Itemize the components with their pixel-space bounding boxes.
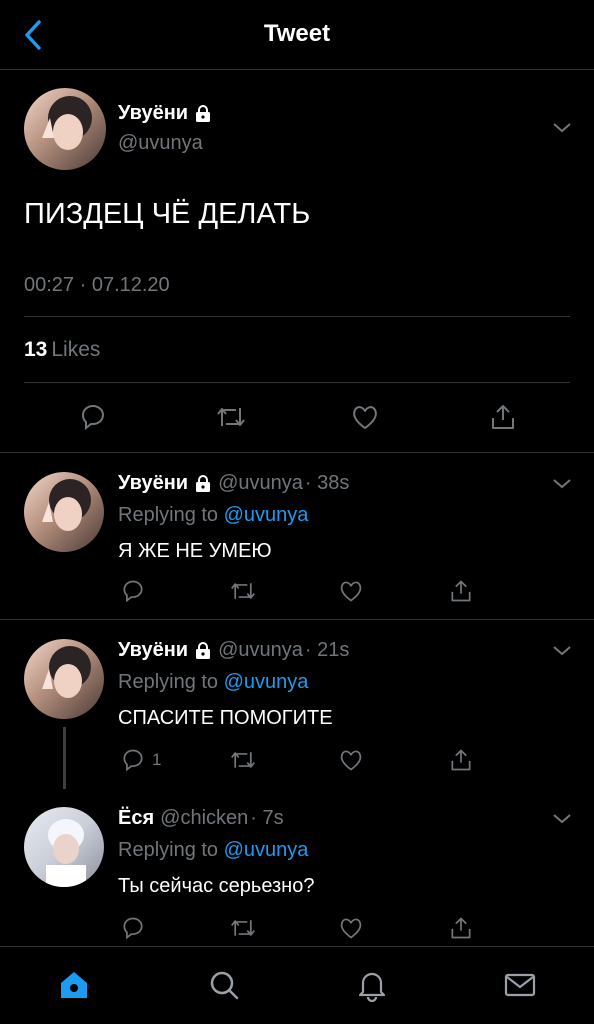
avatar[interactable] [24, 472, 104, 552]
heart-icon [353, 406, 377, 429]
tweet-text: Я ЖЕ НЕ УМЕЮ [118, 540, 272, 562]
retweet-icon [231, 752, 255, 768]
main-tweet: Увуёни @uvunya ПИЗДЕЦ ЧЁ ДЕЛАТЬ 00:27 · … [0, 70, 594, 453]
like-button[interactable] [338, 747, 364, 773]
tab-notifications[interactable] [352, 965, 392, 1005]
avatar[interactable] [24, 807, 104, 887]
share-icon [451, 749, 471, 771]
likes-link[interactable]: 13 Likes [24, 338, 100, 362]
mention-link[interactable]: @uvunya [224, 839, 309, 861]
share-icon [492, 405, 514, 429]
share-button[interactable] [448, 747, 474, 773]
display-name[interactable]: Увуёни [118, 472, 188, 495]
tweet-text: ПИЗДЕЦ ЧЁ ДЕЛАТЬ [24, 198, 311, 230]
likes-label: Likes [51, 338, 101, 361]
display-name[interactable]: Увуёни [118, 639, 188, 662]
retweet-button[interactable] [214, 402, 248, 432]
tweet-age: · 7s [250, 807, 284, 829]
notifications-bell-icon [358, 972, 386, 1002]
share-icon [451, 917, 471, 939]
reply-count: 1 [152, 750, 162, 769]
retweet-icon [217, 408, 245, 426]
bottom-tab-bar [0, 946, 594, 1024]
mention-link[interactable]: @uvunya [224, 671, 309, 693]
replying-to: Replying to @uvunya [118, 839, 308, 862]
share-button[interactable] [448, 915, 474, 941]
home-icon [61, 972, 87, 998]
author-row: Увуёни [118, 102, 212, 125]
tweet-actions [0, 398, 594, 438]
tab-messages[interactable] [500, 965, 540, 1005]
messages-envelope-icon [504, 973, 536, 997]
reply-button[interactable] [120, 578, 146, 604]
search-icon [210, 971, 239, 1000]
tweet-age: · 21s [304, 639, 350, 661]
chevron-down-icon[interactable] [550, 472, 574, 496]
share-icon [451, 580, 471, 602]
heart-icon [340, 750, 362, 771]
author-row: Ёся @chicken · 7s [118, 807, 284, 830]
reply-button[interactable]: 1 [120, 747, 161, 773]
divider [24, 382, 570, 383]
heart-icon [340, 581, 362, 602]
tab-search[interactable] [204, 965, 244, 1005]
username[interactable]: @uvunya [218, 472, 303, 495]
retweet-button[interactable] [228, 578, 258, 604]
reply-icon [123, 749, 143, 772]
replying-prefix: Replying to [118, 504, 219, 526]
author-row: Увуёни @uvunya · 21s [118, 639, 349, 662]
tweet-text: СПАСИТЕ ПОМОГИТЕ [118, 707, 333, 729]
replying-to: Replying to @uvunya [118, 504, 308, 527]
tweet-text: Ты сейчас серьезно? [118, 875, 315, 897]
replying-prefix: Replying to [118, 839, 219, 861]
username[interactable]: @uvunya [118, 132, 203, 155]
divider [24, 316, 570, 317]
reply-tweet[interactable]: Ёся @chicken · 7s Replying to @uvunya Ты… [0, 789, 594, 946]
share-button[interactable] [448, 578, 474, 604]
retweet-icon [231, 920, 255, 936]
tweet-age: · 38s [304, 472, 350, 494]
reply-icon [123, 580, 143, 603]
like-button[interactable] [338, 578, 364, 604]
chevron-down-icon[interactable] [550, 807, 574, 831]
handle-row: @uvunya [118, 132, 203, 155]
heart-icon [340, 918, 362, 939]
mention-link[interactable]: @uvunya [224, 504, 309, 526]
retweet-button[interactable] [228, 915, 258, 941]
avatar[interactable] [24, 639, 104, 719]
username[interactable]: @chicken [160, 807, 248, 830]
chevron-down-icon[interactable] [550, 116, 574, 140]
replying-to: Replying to @uvunya [118, 671, 308, 694]
reply-icon [82, 405, 104, 431]
retweet-icon [231, 583, 255, 599]
reply-tweet[interactable]: Увуёни @uvunya · 38s Replying to @uvunya… [0, 454, 594, 620]
display-name[interactable]: Увуёни [118, 102, 188, 125]
lock-icon [196, 641, 211, 659]
share-button[interactable] [488, 402, 518, 432]
username[interactable]: @uvunya [218, 639, 303, 662]
reply-button[interactable] [120, 915, 146, 941]
likes-count: 13 [24, 338, 48, 361]
reply-button[interactable] [78, 402, 108, 432]
like-button[interactable] [350, 402, 380, 432]
top-bar: Tweet [0, 0, 594, 70]
tweet-timestamp: 00:27 · 07.12.20 [24, 274, 170, 296]
tab-home[interactable] [54, 965, 94, 1005]
lock-icon [196, 104, 211, 122]
thread-line [63, 727, 66, 789]
display-name[interactable]: Ёся [118, 807, 154, 830]
retweet-button[interactable] [228, 747, 258, 773]
author-row: Увуёни @uvunya · 38s [118, 472, 349, 495]
page-title: Tweet [263, 20, 331, 47]
replying-prefix: Replying to [118, 671, 219, 693]
like-button[interactable] [338, 915, 364, 941]
lock-icon [196, 474, 211, 492]
reply-icon [123, 917, 143, 940]
chevron-down-icon[interactable] [550, 639, 574, 663]
avatar[interactable] [24, 88, 106, 170]
reply-tweet[interactable]: Увуёни @uvunya · 21s Replying to @uvunya… [0, 621, 594, 789]
